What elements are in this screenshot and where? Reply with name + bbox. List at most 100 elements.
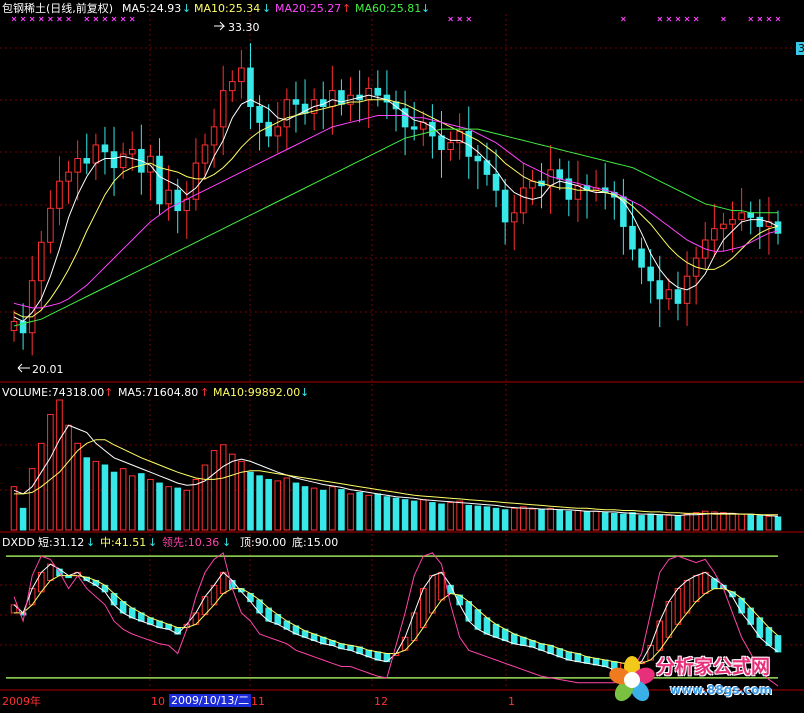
low-price-label: 20.01: [32, 363, 64, 376]
volume-bar: [447, 502, 454, 531]
candle-body: [665, 289, 673, 300]
volume-bar: [601, 512, 609, 531]
volume-bar: [47, 413, 54, 531]
dxdd-bar: [765, 627, 773, 646]
volume-bar: [711, 511, 718, 531]
volume-bar: [74, 442, 81, 531]
time-axis-label: 2009年: [2, 695, 41, 708]
dxdd-bar: [483, 617, 491, 635]
candle-body: [238, 67, 245, 83]
candle-body: [128, 148, 136, 155]
candle-body: [547, 169, 554, 187]
volume-bar: [501, 509, 509, 531]
signal-cross-icon: [684, 16, 690, 22]
dxdd-bar: [683, 579, 691, 614]
dxdd-lead-label: 领先:10.36: [162, 536, 220, 549]
candle-body: [738, 212, 745, 221]
candle-body: [256, 106, 263, 123]
volume-bar: [592, 510, 600, 531]
candle-body: [329, 90, 336, 107]
signal-cross-icon: [621, 16, 626, 22]
signal-cross-icon: [748, 16, 754, 22]
time-axis-label: 10: [151, 695, 165, 708]
dxdd-name: DXDD: [2, 536, 35, 549]
signal-cross-icon: [29, 16, 35, 22]
dxdd-bar: [583, 656, 591, 664]
candle-body: [274, 126, 282, 137]
price-ma-line: [13, 99, 779, 318]
signal-cross-icon: [675, 16, 681, 22]
volume-bar: [219, 444, 227, 531]
volume-bar: [201, 464, 209, 531]
time-axis-label: 1: [508, 695, 515, 708]
volume-bar: [183, 489, 191, 531]
volume-bar: [747, 514, 755, 531]
volume-bar: [356, 491, 363, 531]
volume-bar: [128, 475, 136, 531]
signal-cross-icon: [129, 16, 135, 22]
volume-bar: [738, 513, 745, 531]
dxdd-bar: [492, 623, 500, 638]
candle-body: [438, 135, 445, 150]
volume-arrow-icon: ↑: [104, 386, 114, 399]
signal-cross-icon: [757, 16, 763, 22]
candle-body: [647, 266, 654, 282]
candle-body: [65, 171, 72, 182]
volume-bar: [510, 507, 518, 531]
dxdd-bar: [474, 609, 482, 630]
volume-bar: [547, 507, 554, 531]
dxdd-mid-arrow-icon: ↓: [148, 536, 158, 549]
volume-bar: [301, 486, 309, 531]
signal-cross-icon: [775, 16, 781, 22]
ma5-label: MA5:24.93: [122, 2, 182, 15]
ma60-label: MA60:25.81: [355, 2, 422, 15]
signal-cross-icon: [48, 16, 53, 22]
volume-bar: [629, 512, 636, 531]
volume-bar: [720, 512, 727, 531]
ma60-arrow-icon: ↓: [421, 2, 431, 15]
ma10-label: MA10:25.34: [194, 2, 261, 15]
volume-bar: [28, 468, 36, 531]
volume-bar: [620, 513, 627, 531]
volume-bars: [10, 399, 782, 531]
volume-bar: [374, 493, 382, 531]
candle-body: [110, 151, 118, 169]
low-pointer-icon: [17, 363, 30, 373]
volume-bar: [247, 471, 254, 531]
candle-body: [37, 241, 45, 282]
volume-bar: [10, 486, 18, 531]
candle-body: [520, 187, 527, 214]
candle-body: [374, 87, 382, 96]
volume-bar: [119, 468, 127, 531]
candle-body: [101, 144, 109, 153]
volume-bar: [538, 509, 545, 531]
time-axis-label: 11: [251, 695, 265, 708]
candle-body: [674, 289, 682, 304]
volume-bar: [228, 453, 236, 531]
dxdd-bar: [574, 653, 582, 663]
candle-body: [447, 142, 454, 150]
candle-body: [492, 173, 500, 191]
volume-bar: [310, 487, 318, 531]
volume-bar: [429, 502, 436, 531]
candle-body: [556, 169, 564, 180]
volume-bar: [274, 480, 282, 531]
candle-body: [74, 158, 81, 173]
candle-body: [365, 87, 373, 101]
dxdd-bottom-label: 底:15.00: [292, 536, 339, 549]
volume-bar: [110, 471, 118, 531]
volume-bar: [283, 477, 291, 531]
volume-bar: [338, 489, 345, 531]
candle-body: [228, 81, 236, 92]
candle-body: [283, 99, 291, 128]
volume-bar: [401, 499, 409, 531]
stock-chart[interactable]: [0, 0, 804, 709]
volume-bar: [83, 457, 91, 531]
volume-bar: [265, 478, 272, 531]
volume-bar: [565, 510, 573, 531]
volume-bar: [665, 515, 673, 531]
volume-bar: [674, 515, 682, 531]
time-cursor-label[interactable]: 2009/10/13/二: [169, 694, 252, 707]
signal-cross-icon: [20, 16, 26, 22]
dxdd-bar: [701, 571, 709, 594]
